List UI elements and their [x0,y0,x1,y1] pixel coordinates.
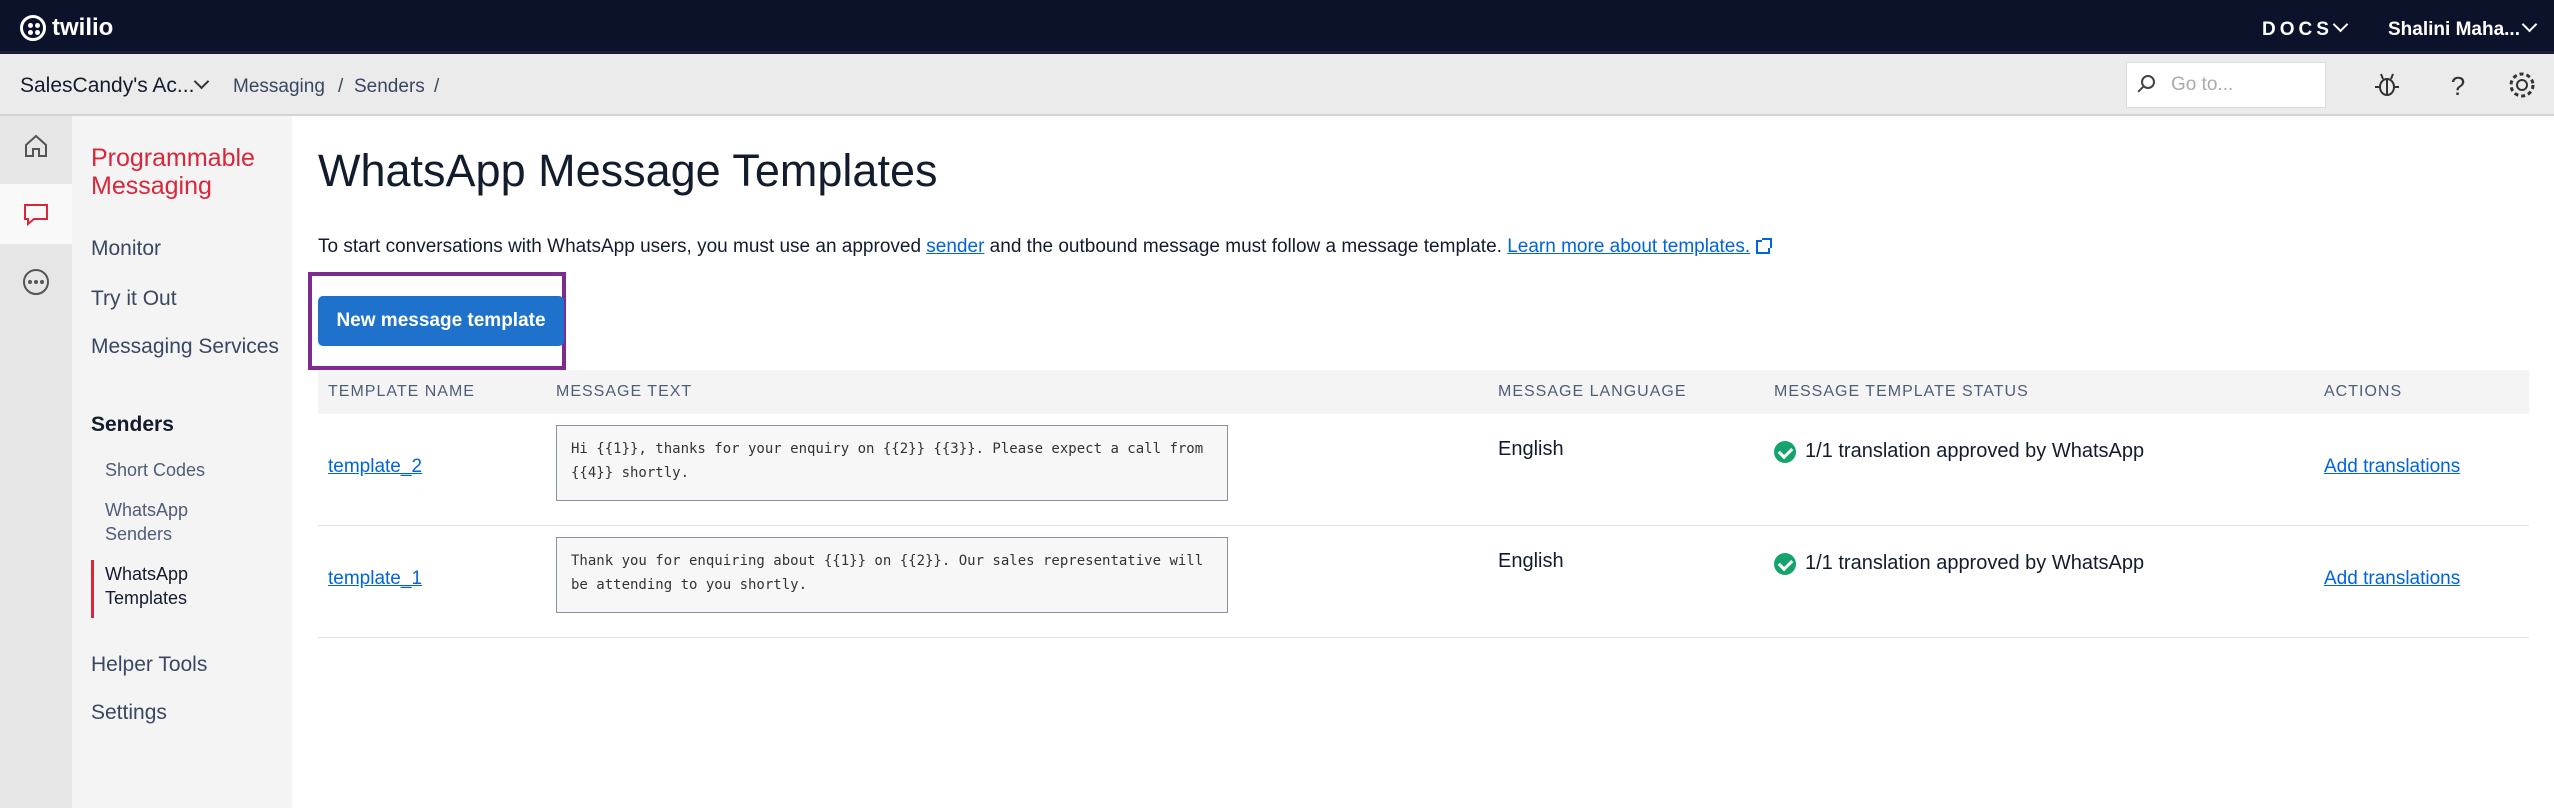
message-language: English [1498,438,1564,460]
new-message-template-button[interactable]: New message template [318,296,564,346]
template-name-link[interactable]: template_2 [328,456,422,478]
rail-home[interactable] [0,116,72,176]
table-row: template_1 Thank you for enquiring about… [318,526,2529,638]
brand-name: twilio [52,14,114,41]
page-title: WhatsApp Message Templates [318,145,938,196]
rail-messaging[interactable] [0,184,72,244]
breadcrumb-separator: / [338,76,344,97]
rail-more[interactable] [0,252,72,312]
account-switcher[interactable]: SalesCandy's Ac... [20,74,194,98]
breadcrumb-senders[interactable]: Senders [354,76,425,98]
sidebar-item-settings[interactable]: Settings [91,698,281,727]
breadcrumb-messaging[interactable]: Messaging [233,76,325,98]
search-input[interactable] [2171,73,2311,97]
learn-more-link[interactable]: Learn more about templates. [1507,236,1750,257]
main-content: WhatsApp Message Templates To start conv… [292,116,2554,808]
add-translations-link[interactable]: Add translations [2324,568,2460,590]
account-bar: SalesCandy's Ac... Messaging / Senders /… [0,54,2554,116]
home-icon [25,134,47,157]
message-language: English [1498,550,1564,572]
sidebar-item-senders[interactable]: Senders [91,410,281,439]
intro-text-part: To start conversations with WhatsApp use… [318,236,927,257]
question-mark-icon: ? [2450,71,2466,101]
intro-text: To start conversations with WhatsApp use… [318,236,1773,258]
product-title[interactable]: Programmable Messaging [91,144,281,200]
chat-bubble-icon [24,204,48,227]
header-template-status: MESSAGE TEMPLATE STATUS [1774,383,2029,400]
header-actions: ACTIONS [2324,383,2403,400]
gear-icon [2509,72,2535,98]
sidebar-item-messaging-services[interactable]: Messaging Services [91,332,281,361]
product-icon-rail [0,116,72,808]
sidebar-item-monitor[interactable]: Monitor [91,234,281,263]
template-status: 1/1 translation approved by WhatsApp [1774,440,2144,463]
product-sidebar: Programmable Messaging Monitor Try it Ou… [72,116,292,808]
account-chevron-down-icon[interactable] [193,73,210,90]
docs-chevron-down-icon[interactable] [2332,16,2349,33]
twilio-logo[interactable]: twilio [20,14,113,42]
status-text: 1/1 translation approved by WhatsApp [1805,440,2145,462]
debugger-button[interactable] [2371,70,2403,102]
template-name-link[interactable]: template_1 [328,568,422,590]
status-text: 1/1 translation approved by WhatsApp [1805,552,2145,574]
intro-text-part: and the outbound message must follow a m… [984,236,1508,257]
sidebar-item-try-it-out[interactable]: Try it Out [91,284,281,313]
help-button[interactable]: ? [2442,70,2474,102]
active-indicator [91,560,94,618]
sidebar-subitem-short-codes[interactable]: Short Codes [105,458,255,482]
bug-icon [2375,73,2399,96]
sender-link[interactable]: sender [926,236,984,257]
sidebar-subitem-whatsapp-templates[interactable]: WhatsApp Templates [105,562,255,610]
sidebar-subitem-whatsapp-senders[interactable]: WhatsApp Senders [105,498,255,546]
template-status: 1/1 translation approved by WhatsApp [1774,552,2144,575]
external-link-icon[interactable] [1756,238,1773,254]
table-header: TEMPLATE NAME MESSAGE TEXT MESSAGE LANGU… [318,370,2529,414]
sidebar-item-helper-tools[interactable]: Helper Tools [91,650,281,679]
add-translations-link[interactable]: Add translations [2324,456,2460,478]
breadcrumb-separator: / [434,76,440,97]
settings-button[interactable] [2506,70,2538,102]
twilio-logo-icon [20,15,46,41]
templates-table: TEMPLATE NAME MESSAGE TEXT MESSAGE LANGU… [318,370,2529,638]
top-navigation-bar: twilio DOCS Shalini Maha... [0,0,2554,54]
header-message-text: MESSAGE TEXT [556,383,693,400]
check-circle-icon [1774,440,1796,463]
header-template-name: TEMPLATE NAME [328,383,475,400]
header-message-language: MESSAGE LANGUAGE [1498,383,1687,400]
more-dots-icon [23,269,49,295]
message-text-box: Hi {{1}}, thanks for your enquiry on {{2… [556,425,1228,501]
docs-menu[interactable]: DOCS [2262,19,2333,41]
table-row: template_2 Hi {{1}}, thanks for your enq… [318,414,2529,526]
check-circle-icon [1774,552,1796,575]
search-box[interactable] [2126,62,2326,108]
user-chevron-down-icon[interactable] [2521,16,2538,33]
message-text-box: Thank you for enquiring about {{1}} on {… [556,537,1228,613]
user-menu[interactable]: Shalini Maha... [2388,19,2520,41]
search-icon [2141,75,2155,89]
